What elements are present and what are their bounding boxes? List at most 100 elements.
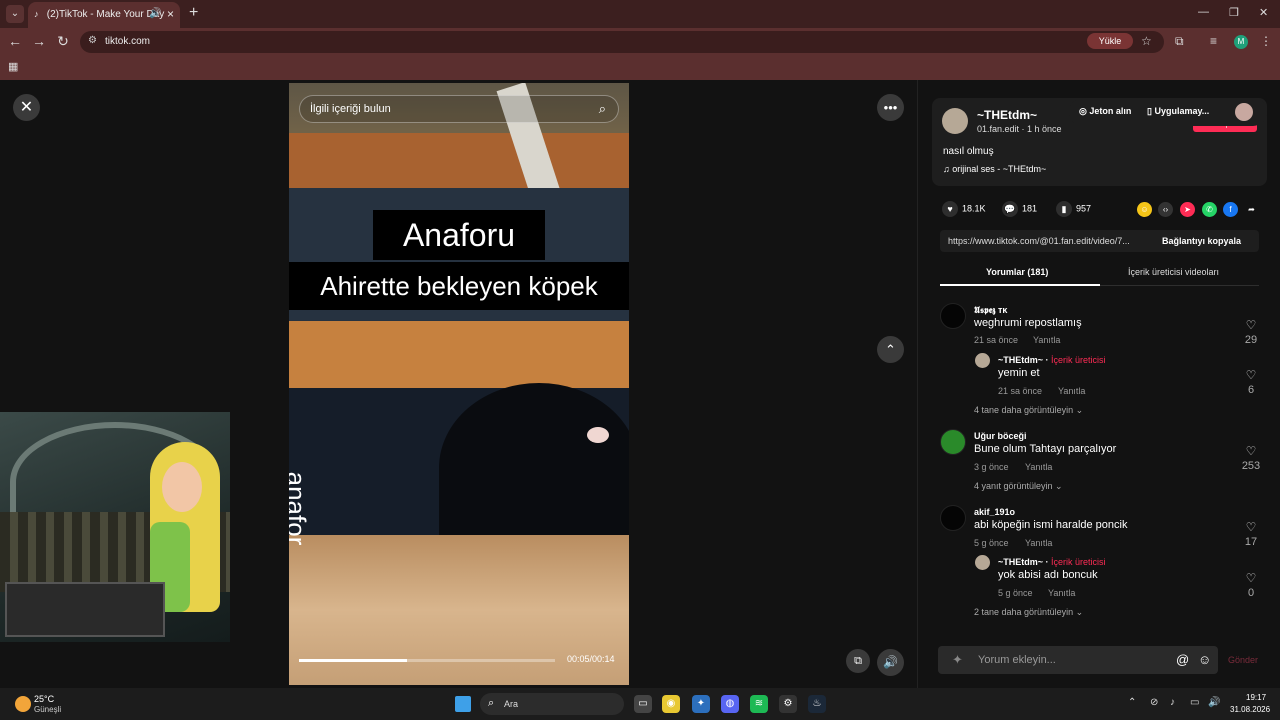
tray-overflow-icon[interactable]: ⌃ [1128, 697, 1136, 708]
video-player[interactable]: İlgili içeriği bulun ⌕ Anaforu Ahirette … [289, 83, 629, 685]
comment-like-icon[interactable]: ♡ [1241, 368, 1261, 382]
view-more-replies[interactable]: 2 tane daha görüntüleyin ⌄ [974, 607, 1083, 618]
sticker-icon[interactable]: ✦ [952, 652, 963, 668]
app-icon[interactable]: ⚙ [779, 695, 797, 713]
comment-user[interactable]: akif_191o [974, 507, 1015, 517]
embed-icon[interactable]: ‹› [1158, 202, 1173, 217]
comment-input[interactable]: ✦ Yorum ekleyin... @ ☺ [938, 646, 1218, 674]
more-options-button[interactable]: ••• [877, 94, 904, 121]
video-search-input[interactable]: İlgili içeriği bulun ⌕ [299, 95, 619, 123]
comment-user[interactable]: ~THEtdm~ · İçerik üreticisi [998, 557, 1106, 567]
minimize-button[interactable]: — [1198, 6, 1209, 18]
maximize-button[interactable]: ❐ [1229, 6, 1239, 19]
browser-menu-icon[interactable]: ⋮ [1260, 34, 1272, 48]
window-close-button[interactable]: ✕ [1259, 6, 1268, 19]
weather-icon[interactable] [15, 696, 31, 712]
reply-avatar[interactable] [975, 555, 990, 570]
comment-user-name[interactable]: ~THEtdm~ · [998, 557, 1051, 567]
network-icon[interactable]: ▭ [1190, 697, 1199, 708]
extensions-icon[interactable]: ⧉ [1175, 34, 1184, 49]
picture-in-picture-button[interactable]: ⧉ [846, 649, 870, 673]
reply-button[interactable]: Yanıtla [1025, 538, 1052, 548]
discord-icon[interactable]: ◍ [721, 695, 739, 713]
new-tab-button[interactable]: + [189, 4, 198, 22]
reply-button[interactable]: Yanıtla [1033, 335, 1060, 345]
active-tab[interactable]: ♪ (2)TikTok - Make Your Day 🔊 × [28, 2, 180, 28]
repost-icon[interactable]: ☺ [1137, 202, 1152, 217]
view-replies[interactable]: 4 yanıt görüntüleyin ⌄ [974, 481, 1063, 492]
steam-icon[interactable]: ♨ [808, 695, 826, 713]
post-music[interactable]: ♫ orijinal ses - ~THEtdm~ [943, 164, 1046, 174]
comment-user[interactable]: 𝖀𝖘𝖕𝖊𝖟 ᴛᴋ [974, 305, 1007, 316]
audio-icon[interactable]: 🔊 [149, 2, 161, 26]
user-avatar[interactable] [1235, 103, 1253, 121]
apps-grid-icon[interactable]: ▦ [8, 60, 18, 73]
comment-user[interactable]: Uğur böceği [974, 431, 1027, 441]
view-more-replies[interactable]: 4 tane daha görüntüleyin ⌄ [974, 405, 1083, 416]
address-bar[interactable]: ⚙ tiktok.com [80, 31, 1164, 53]
volume-button[interactable]: 🔊 [877, 649, 904, 676]
comment-action[interactable]: 💬 181 [1002, 201, 1037, 217]
media-control-icon[interactable]: ≡ [1210, 34, 1217, 48]
forward-button[interactable]: → [30, 33, 48, 49]
app-icon[interactable]: ✦ [692, 695, 710, 713]
reply-button[interactable]: Yanıtla [1025, 462, 1052, 472]
site-info-icon[interactable]: ⚙ [88, 35, 97, 46]
taskbar-search[interactable]: ⌕ Ara [480, 693, 624, 715]
tray-app-icon[interactable]: ⊘ [1150, 697, 1158, 708]
start-button[interactable] [455, 696, 471, 712]
microphone-icon[interactable]: ♪ [1170, 697, 1175, 708]
share-arrow-icon[interactable]: ➦ [1244, 202, 1259, 217]
tab-search-icon[interactable]: ⌄ [6, 5, 24, 23]
tab-close-icon[interactable]: × [167, 2, 174, 26]
tab-creator-videos[interactable]: İçerik üreticisi videoları [1128, 267, 1219, 277]
comment-like-icon[interactable]: ♡ [1241, 318, 1261, 332]
reply-button[interactable]: Yanıtla [1058, 386, 1085, 396]
emoji-icon[interactable]: ☺ [1198, 652, 1211, 667]
previous-video-button[interactable]: ⌃ [877, 336, 904, 363]
video-progress-bar[interactable] [299, 659, 555, 662]
comment-avatar[interactable] [940, 429, 966, 455]
reload-button[interactable]: ↻ [54, 33, 72, 50]
weather-temp[interactable]: 25°C [34, 694, 54, 704]
mention-icon[interactable]: @ [1176, 652, 1189, 667]
search-icon[interactable]: ⌕ [599, 101, 606, 117]
back-button[interactable]: ← [6, 33, 24, 49]
send-icon[interactable]: ➤ [1180, 202, 1195, 217]
get-app-button[interactable]: ▯ Uygulamay... [1147, 106, 1209, 117]
share-link[interactable]: https://www.tiktok.com/@01.fan.edit/vide… [948, 236, 1130, 246]
comment-like-icon[interactable]: ♡ [1241, 571, 1261, 585]
url-text[interactable]: tiktok.com [105, 36, 150, 47]
music-title[interactable]: orijinal ses - ~THEtdm~ [952, 164, 1046, 174]
author-avatar[interactable] [942, 108, 968, 134]
clock-time[interactable]: 19:17 [1246, 693, 1266, 702]
send-button[interactable]: Gönder [1228, 655, 1258, 665]
author-name[interactable]: ~THEtdm~ [977, 108, 1037, 122]
comment-user[interactable]: ~THEtdm~ · İçerik üreticisi [998, 355, 1106, 365]
reply-button[interactable]: Yanıtla [1048, 588, 1075, 598]
weather-desc[interactable]: Güneşli [34, 705, 61, 714]
spotify-icon[interactable]: ≋ [750, 695, 768, 713]
install-app-button[interactable]: Yükle [1087, 33, 1133, 49]
whatsapp-icon[interactable]: ✆ [1202, 202, 1217, 217]
clock-date[interactable]: 31.08.2026 [1230, 705, 1270, 714]
task-view-icon[interactable]: ▭ [634, 695, 652, 713]
close-video-button[interactable]: ✕ [13, 94, 40, 121]
volume-icon[interactable]: 🔊 [1208, 697, 1220, 708]
get-coins-button[interactable]: ◎ Jeton alın [1079, 106, 1131, 117]
bookmark-star-icon[interactable]: ☆ [1141, 34, 1152, 48]
reply-avatar[interactable] [975, 353, 990, 368]
comment-like-icon[interactable]: ♡ [1241, 520, 1261, 534]
comment-like-icon[interactable]: ♡ [1241, 444, 1261, 458]
comment-user-name[interactable]: ~THEtdm~ · [998, 355, 1051, 365]
comment-avatar[interactable] [940, 303, 966, 329]
facebook-icon[interactable]: f [1223, 202, 1238, 217]
save-action[interactable]: ▮ 957 [1056, 201, 1091, 217]
floating-mini-player[interactable] [0, 412, 230, 642]
tab-comments[interactable]: Yorumlar (181) [986, 267, 1048, 277]
chrome-icon[interactable]: ◉ [662, 695, 680, 713]
profile-avatar[interactable]: M [1234, 35, 1248, 49]
like-action[interactable]: ♥ 18.1K [942, 201, 986, 217]
comment-avatar[interactable] [940, 505, 966, 531]
copy-link-button[interactable]: Bağlantıyı kopyala [1162, 236, 1241, 246]
